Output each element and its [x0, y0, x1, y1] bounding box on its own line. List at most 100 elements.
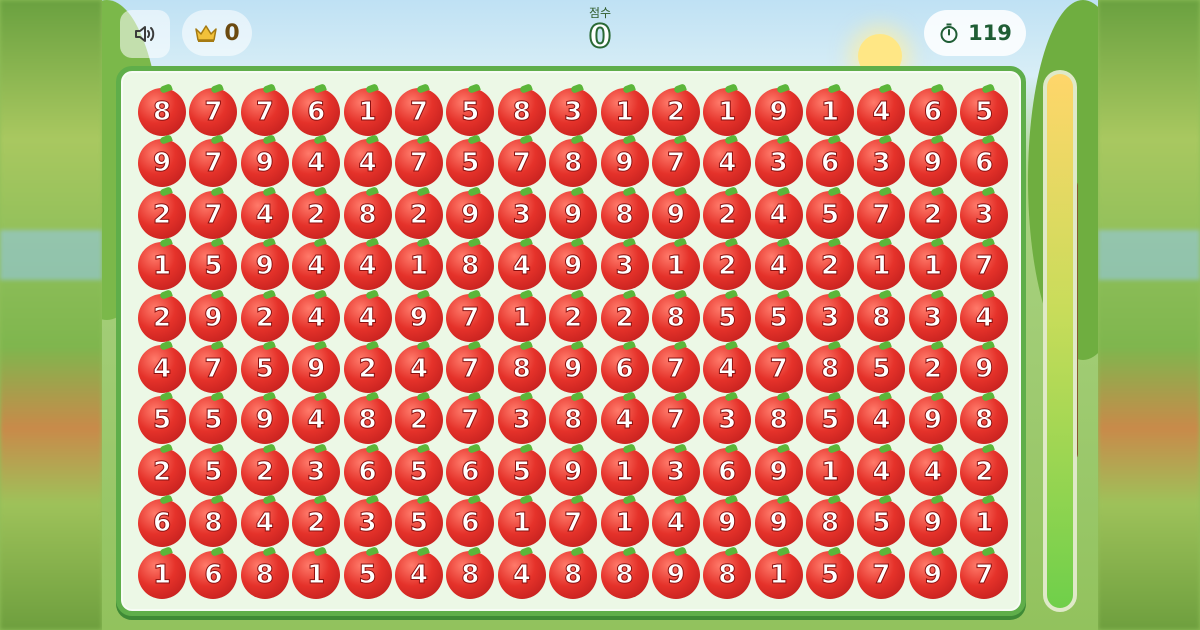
apple-cell[interactable]: 1 — [138, 550, 186, 599]
apple-cell[interactable]: 1 — [806, 447, 855, 496]
apple-cell[interactable]: 7 — [549, 499, 598, 548]
apple-cell[interactable]: 2 — [806, 242, 855, 291]
apple-cell[interactable]: 5 — [857, 344, 906, 393]
apple-cell[interactable]: 8 — [703, 550, 752, 599]
apple-cell[interactable]: 4 — [857, 88, 906, 136]
apple-cell[interactable]: 4 — [343, 293, 392, 342]
apple-cell[interactable]: 9 — [754, 447, 803, 496]
apple-cell[interactable]: 3 — [703, 396, 752, 445]
apple-cell[interactable]: 4 — [651, 499, 700, 548]
apple-cell[interactable]: 7 — [189, 344, 238, 393]
apple-cell[interactable]: 4 — [292, 293, 341, 342]
apple-cell[interactable]: 7 — [754, 344, 803, 393]
apple-cell[interactable]: 2 — [651, 88, 700, 136]
apple-cell[interactable]: 5 — [857, 499, 906, 548]
apple-cell[interactable]: 5 — [754, 293, 803, 342]
apple-cell[interactable]: 2 — [394, 396, 443, 445]
apple-cell[interactable]: 4 — [908, 447, 957, 496]
apple-cell[interactable]: 2 — [703, 190, 752, 239]
apple-cell[interactable]: 4 — [394, 550, 443, 599]
sound-toggle-button[interactable] — [120, 10, 170, 58]
apple-cell[interactable]: 8 — [600, 190, 649, 239]
apple-cell[interactable]: 1 — [497, 499, 546, 548]
apple-cell[interactable]: 1 — [651, 242, 700, 291]
apple-cell[interactable]: 7 — [446, 344, 495, 393]
apple-cell[interactable]: 3 — [343, 499, 392, 548]
apple-cell[interactable]: 7 — [857, 190, 906, 239]
apple-cell[interactable]: 8 — [754, 396, 803, 445]
apple-cell[interactable]: 8 — [189, 499, 238, 548]
apple-cell[interactable]: 2 — [292, 190, 341, 239]
apple-cell[interactable]: 5 — [189, 447, 238, 496]
apple-cell[interactable]: 5 — [960, 88, 1009, 136]
apple-cell[interactable]: 1 — [857, 242, 906, 291]
apple-cell[interactable]: 7 — [189, 190, 238, 239]
apple-cell[interactable]: 1 — [806, 88, 855, 136]
apple-cell[interactable]: 1 — [600, 499, 649, 548]
apple-cell[interactable]: 4 — [394, 344, 443, 393]
apple-cell[interactable]: 8 — [857, 293, 906, 342]
apple-cell[interactable]: 3 — [960, 190, 1009, 239]
apple-cell[interactable]: 4 — [754, 190, 803, 239]
apple-cell[interactable]: 6 — [446, 499, 495, 548]
apple-cell[interactable]: 9 — [549, 447, 598, 496]
apple-cell[interactable]: 9 — [600, 139, 649, 188]
apple-cell[interactable]: 4 — [138, 344, 186, 393]
apple-cell[interactable]: 3 — [549, 88, 598, 136]
apple-cell[interactable]: 2 — [600, 293, 649, 342]
apple-cell[interactable]: 3 — [600, 242, 649, 291]
apple-cell[interactable]: 9 — [908, 396, 957, 445]
apple-cell[interactable]: 5 — [806, 550, 855, 599]
apple-cell[interactable]: 7 — [446, 396, 495, 445]
apple-cell[interactable]: 9 — [651, 190, 700, 239]
apple-cell[interactable]: 4 — [497, 550, 546, 599]
apple-cell[interactable]: 5 — [138, 396, 186, 445]
apple-cell[interactable]: 9 — [240, 242, 289, 291]
apple-cell[interactable]: 7 — [189, 139, 238, 188]
apple-cell[interactable]: 9 — [754, 88, 803, 136]
apple-cell[interactable]: 4 — [703, 139, 752, 188]
apple-cell[interactable]: 6 — [292, 88, 341, 136]
apple-cell[interactable]: 8 — [960, 396, 1009, 445]
apple-cell[interactable]: 8 — [343, 190, 392, 239]
apple-cell[interactable]: 6 — [806, 139, 855, 188]
apple-cell[interactable]: 7 — [651, 344, 700, 393]
apple-cell[interactable]: 1 — [138, 242, 186, 291]
apple-cell[interactable]: 8 — [806, 499, 855, 548]
apple-cell[interactable]: 9 — [908, 139, 957, 188]
apple-cell[interactable]: 8 — [497, 88, 546, 136]
apple-cell[interactable]: 1 — [754, 550, 803, 599]
apple-cell[interactable]: 6 — [446, 447, 495, 496]
apple-cell[interactable]: 5 — [446, 139, 495, 188]
apple-cell[interactable]: 7 — [394, 139, 443, 188]
apple-cell[interactable]: 9 — [960, 344, 1009, 393]
apple-cell[interactable]: 5 — [497, 447, 546, 496]
apple-cell[interactable]: 7 — [960, 242, 1009, 291]
apple-cell[interactable]: 5 — [703, 293, 752, 342]
apple-cell[interactable]: 7 — [189, 88, 238, 136]
apple-cell[interactable]: 3 — [908, 293, 957, 342]
apple-cell[interactable]: 2 — [908, 344, 957, 393]
apple-cell[interactable]: 2 — [240, 293, 289, 342]
apple-cell[interactable]: 4 — [343, 242, 392, 291]
apple-cell[interactable]: 2 — [138, 293, 186, 342]
apple-cell[interactable]: 3 — [497, 396, 546, 445]
apple-cell[interactable]: 5 — [394, 447, 443, 496]
apple-cell[interactable]: 4 — [754, 242, 803, 291]
apple-cell[interactable]: 4 — [292, 396, 341, 445]
apple-cell[interactable]: 9 — [240, 396, 289, 445]
apple-cell[interactable]: 6 — [600, 344, 649, 393]
apple-cell[interactable]: 1 — [600, 88, 649, 136]
apple-cell[interactable]: 5 — [806, 190, 855, 239]
apple-cell[interactable]: 5 — [189, 242, 238, 291]
apple-cell[interactable]: 6 — [908, 88, 957, 136]
apple-cell[interactable]: 2 — [908, 190, 957, 239]
apple-cell[interactable]: 7 — [497, 139, 546, 188]
apple-cell[interactable]: 4 — [240, 190, 289, 239]
apple-cell[interactable]: 4 — [857, 447, 906, 496]
apple-cell[interactable]: 4 — [497, 242, 546, 291]
apple-cell[interactable]: 7 — [651, 396, 700, 445]
apple-cell[interactable]: 5 — [446, 88, 495, 136]
apple-cell[interactable]: 9 — [240, 139, 289, 188]
apple-cell[interactable]: 4 — [292, 139, 341, 188]
